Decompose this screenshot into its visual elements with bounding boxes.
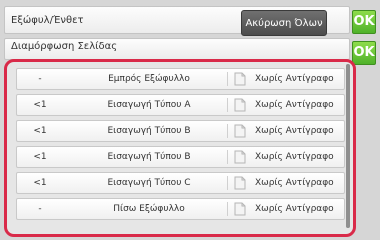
document-copy-icon (234, 124, 246, 138)
list-item[interactable]: - Πίσω Εξώφυλλο Χωρίς Αντίγραφο (16, 198, 345, 220)
item-type: Εισαγωγή Τύπου A (107, 100, 191, 110)
item-count: <1 (33, 178, 47, 188)
item-type: Πίσω Εξώφυλλο (113, 204, 185, 214)
cancel-all-button[interactable]: Ακύρωση Όλων (241, 10, 327, 36)
list-item[interactable]: <1 Εισαγωγή Τύπου C Χωρίς Αντίγραφο (16, 172, 345, 194)
item-copy-status: Χωρίς Αντίγραφο (255, 204, 334, 214)
item-count: <1 (33, 126, 47, 136)
divider (227, 150, 228, 164)
divider (227, 176, 228, 190)
list-item[interactable]: <1 Εισαγωγή Τύπου B Χωρίς Αντίγραφο (16, 146, 345, 168)
divider (227, 98, 228, 112)
insert-list-panel: - Εμπρός Εξώφυλλο Χωρίς Αντίγραφο <1 Εισ… (4, 59, 356, 237)
scrollbar-thumb[interactable] (346, 64, 350, 228)
divider (227, 202, 228, 216)
item-type: Εισαγωγή Τύπου B (107, 126, 191, 136)
item-copy-status: Χωρίς Αντίγραφο (255, 178, 334, 188)
divider (227, 72, 228, 86)
scrollbar[interactable] (346, 64, 350, 228)
item-count: <1 (33, 100, 47, 110)
item-copy-status: Χωρίς Αντίγραφο (255, 152, 334, 162)
item-copy-status: Χωρίς Αντίγραφο (255, 74, 334, 84)
document-copy-icon (234, 72, 246, 86)
item-count: - (38, 74, 42, 84)
item-type: Εμπρός Εξώφυλλο (108, 74, 190, 84)
page-layout-label: Διαμόρφωση Σελίδας (11, 41, 118, 52)
page-layout-row[interactable]: Διαμόρφωση Σελίδας (4, 38, 350, 60)
item-copy-status: Χωρίς Αντίγραφο (255, 100, 334, 110)
insert-setting-label: Εξώφυλ/Ένθετ (11, 15, 84, 26)
item-count: - (38, 204, 42, 214)
divider (227, 124, 228, 138)
document-copy-icon (234, 98, 246, 112)
list-item[interactable]: <1 Εισαγωγή Τύπου B Χωρίς Αντίγραφο (16, 120, 345, 142)
list-item[interactable]: <1 Εισαγωγή Τύπου A Χωρίς Αντίγραφο (16, 94, 345, 116)
document-copy-icon (234, 150, 246, 164)
document-copy-icon (234, 202, 246, 216)
item-copy-status: Χωρίς Αντίγραφο (255, 126, 334, 136)
item-count: <1 (33, 152, 47, 162)
item-type: Εισαγωγή Τύπου C (107, 178, 191, 188)
item-type: Εισαγωγή Τύπου B (107, 152, 191, 162)
ok-button-second[interactable]: OK (352, 41, 376, 65)
ok-button-top[interactable]: OK (352, 10, 376, 34)
list-item[interactable]: - Εμπρός Εξώφυλλο Χωρίς Αντίγραφο (16, 68, 345, 90)
document-copy-icon (234, 176, 246, 190)
